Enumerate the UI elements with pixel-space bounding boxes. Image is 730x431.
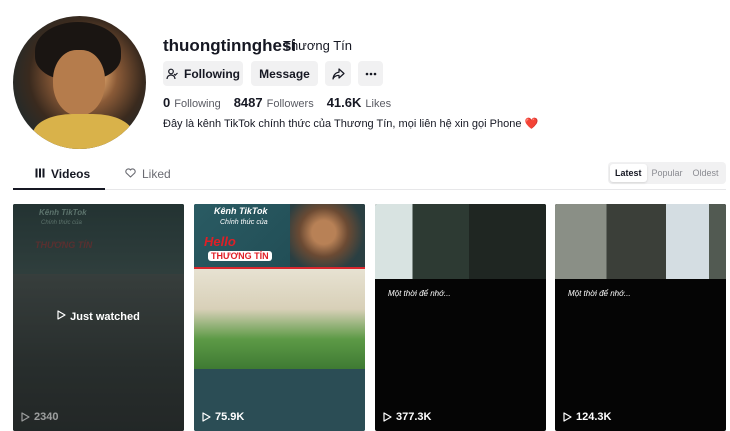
person-check-icon (166, 68, 178, 80)
play-outline-icon (383, 412, 392, 422)
sort-latest[interactable]: Latest (610, 164, 647, 182)
video-thumbnail-image (555, 204, 726, 279)
stat-likes-value: 41.6K (326, 95, 362, 110)
grid-icon (35, 167, 45, 181)
video-card[interactable]: Kênh TikTok Chính thức của THƯƠNG TÍN Ju… (13, 204, 184, 431)
tab-videos-label: Videos (51, 167, 91, 181)
share-button[interactable] (325, 61, 351, 86)
video-caption: Một thời để nhớ... (568, 289, 631, 298)
profile-bio: Đây là kênh TikTok chính thức của Thương… (163, 117, 538, 130)
tab-videos[interactable]: Videos (35, 167, 90, 181)
more-icon (365, 72, 377, 76)
profile-stats: 0 Following 8487 Followers 41.6K Likes (163, 95, 404, 110)
more-options-button[interactable] (358, 61, 383, 86)
view-count-value: 124.3K (576, 411, 612, 423)
message-button[interactable]: Message (251, 61, 318, 86)
video-thumbnail-image (375, 204, 546, 279)
stat-followers-label: Followers (266, 98, 314, 110)
heart-emoji-icon: ❤️ (524, 118, 539, 130)
stat-followers-value: 8487 (233, 95, 263, 110)
share-icon (331, 67, 345, 80)
video-card[interactable]: Một thời để nhớ... 377.3K (375, 204, 546, 431)
thumbnail-title: Kênh TikTok (214, 206, 268, 216)
view-count: 124.3K (563, 411, 611, 423)
just-watched-label: Just watched (70, 310, 140, 323)
thumbnail-subtitle: Chính thức của (220, 219, 268, 226)
view-count-value: 75.9K (215, 411, 245, 423)
play-outline-icon (57, 310, 66, 323)
video-caption: Một thời để nhớ... (388, 289, 451, 298)
stat-following-value: 0 (163, 95, 171, 110)
stat-followers[interactable]: 8487 Followers (234, 95, 314, 110)
active-tab-indicator (13, 188, 105, 190)
video-thumbnail-top: Kênh TikTok Chính thức của Hello THƯƠNG … (194, 204, 365, 267)
following-button[interactable]: Following (163, 61, 243, 86)
play-outline-icon (563, 412, 572, 422)
video-card[interactable]: Một thời để nhớ... 124.3K (555, 204, 726, 431)
sort-oldest[interactable]: Oldest (688, 164, 724, 182)
tab-liked[interactable]: Liked (125, 167, 171, 181)
thumbnail-portrait (290, 204, 365, 267)
sort-selector: Latest Popular Oldest (608, 162, 726, 184)
view-count: 377.3K (383, 411, 431, 423)
message-label: Message (259, 66, 310, 81)
profile-username: thuongtinnghesi (163, 36, 297, 55)
tab-liked-label: Liked (142, 167, 171, 181)
video-thumbnail-image (194, 267, 365, 369)
view-count-value: 2340 (34, 411, 59, 423)
view-count: 75.9K (202, 411, 244, 423)
avatar-face (53, 50, 105, 116)
profile-nickname: Thương Tín (283, 38, 353, 53)
view-count-value: 377.3K (396, 411, 432, 423)
play-outline-icon (202, 412, 211, 422)
stat-likes: 41.6K Likes (327, 95, 391, 110)
play-outline-icon (21, 412, 30, 422)
sort-popular[interactable]: Popular (647, 164, 688, 182)
video-card[interactable]: Kênh TikTok Chính thức của Hello THƯƠNG … (194, 204, 365, 431)
thumbnail-brand: THƯƠNG TÍN (208, 251, 272, 261)
stat-following[interactable]: 0 Following (163, 95, 221, 110)
heart-outline-icon (125, 167, 136, 181)
just-watched-badge: Just watched (13, 310, 184, 323)
profile-avatar (13, 16, 146, 149)
thumbnail-logo: Hello (204, 234, 236, 249)
following-label: Following (184, 66, 240, 81)
view-count: 2340 (21, 411, 58, 423)
stat-likes-label: Likes (365, 98, 392, 110)
bio-text: Đây là kênh TikTok chính thức của Thương… (163, 118, 522, 130)
avatar-collar (33, 114, 133, 149)
stat-following-label: Following (174, 98, 221, 110)
